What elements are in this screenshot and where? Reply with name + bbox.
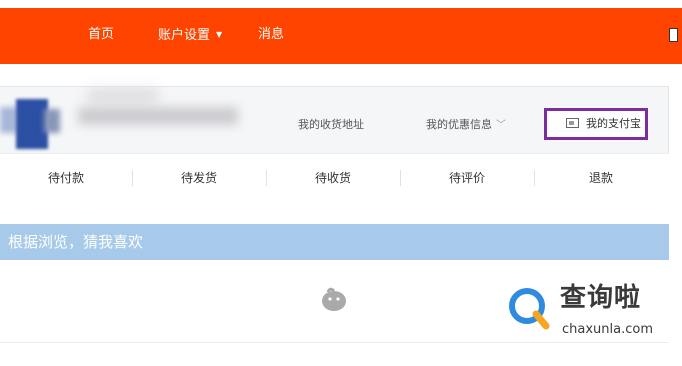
top-navbar: 首页 账户设置 ▼ 消息 bbox=[0, 8, 682, 64]
address-link[interactable]: 我的收货地址 bbox=[298, 117, 364, 133]
tab-pending-review[interactable]: 待评价 bbox=[401, 154, 533, 202]
order-status-tabs: 待付款 待发货 待收货 待评价 退款 bbox=[0, 153, 669, 202]
nav-account-settings[interactable]: 账户设置 ▼ bbox=[158, 26, 222, 45]
recommend-header: 根据浏览，猜我喜欢 bbox=[0, 224, 669, 260]
top-strip bbox=[0, 0, 682, 8]
search-magnifier-logo-icon bbox=[501, 281, 557, 337]
caret-down-icon: ▼ bbox=[216, 30, 223, 39]
alipay-label: 我的支付宝 bbox=[586, 117, 641, 130]
tab-pending-payment[interactable]: 待付款 bbox=[0, 154, 132, 202]
blurred-username bbox=[78, 107, 238, 125]
avatar[interactable] bbox=[0, 93, 64, 153]
alipay-button[interactable]: 我的支付宝 bbox=[544, 108, 648, 140]
coupon-link[interactable]: 我的优惠信息 ﹀ bbox=[426, 117, 506, 134]
loading-mascot-icon bbox=[322, 287, 346, 311]
watermark: 查询啦 chaxunla.com bbox=[500, 276, 670, 342]
coupon-link-label: 我的优惠信息 bbox=[426, 118, 492, 131]
blurred-user-info bbox=[88, 89, 158, 103]
tab-refund[interactable]: 退款 bbox=[535, 154, 667, 202]
wallet-card-icon bbox=[566, 118, 579, 128]
nav-account-settings-label: 账户设置 bbox=[158, 28, 211, 43]
chevron-down-icon: ﹀ bbox=[496, 120, 506, 131]
recommend-title: 根据浏览，猜我喜欢 bbox=[8, 233, 144, 251]
watermark-domain: chaxunla.com bbox=[562, 322, 653, 337]
watermark-text: 查询啦 bbox=[560, 283, 642, 313]
nav-messages[interactable]: 消息 bbox=[258, 26, 284, 44]
tab-pending-shipment[interactable]: 待发货 bbox=[133, 154, 265, 202]
scrollbar-handle[interactable] bbox=[669, 28, 678, 42]
nav-home[interactable]: 首页 bbox=[88, 26, 114, 44]
tab-pending-receipt[interactable]: 待收货 bbox=[267, 154, 399, 202]
